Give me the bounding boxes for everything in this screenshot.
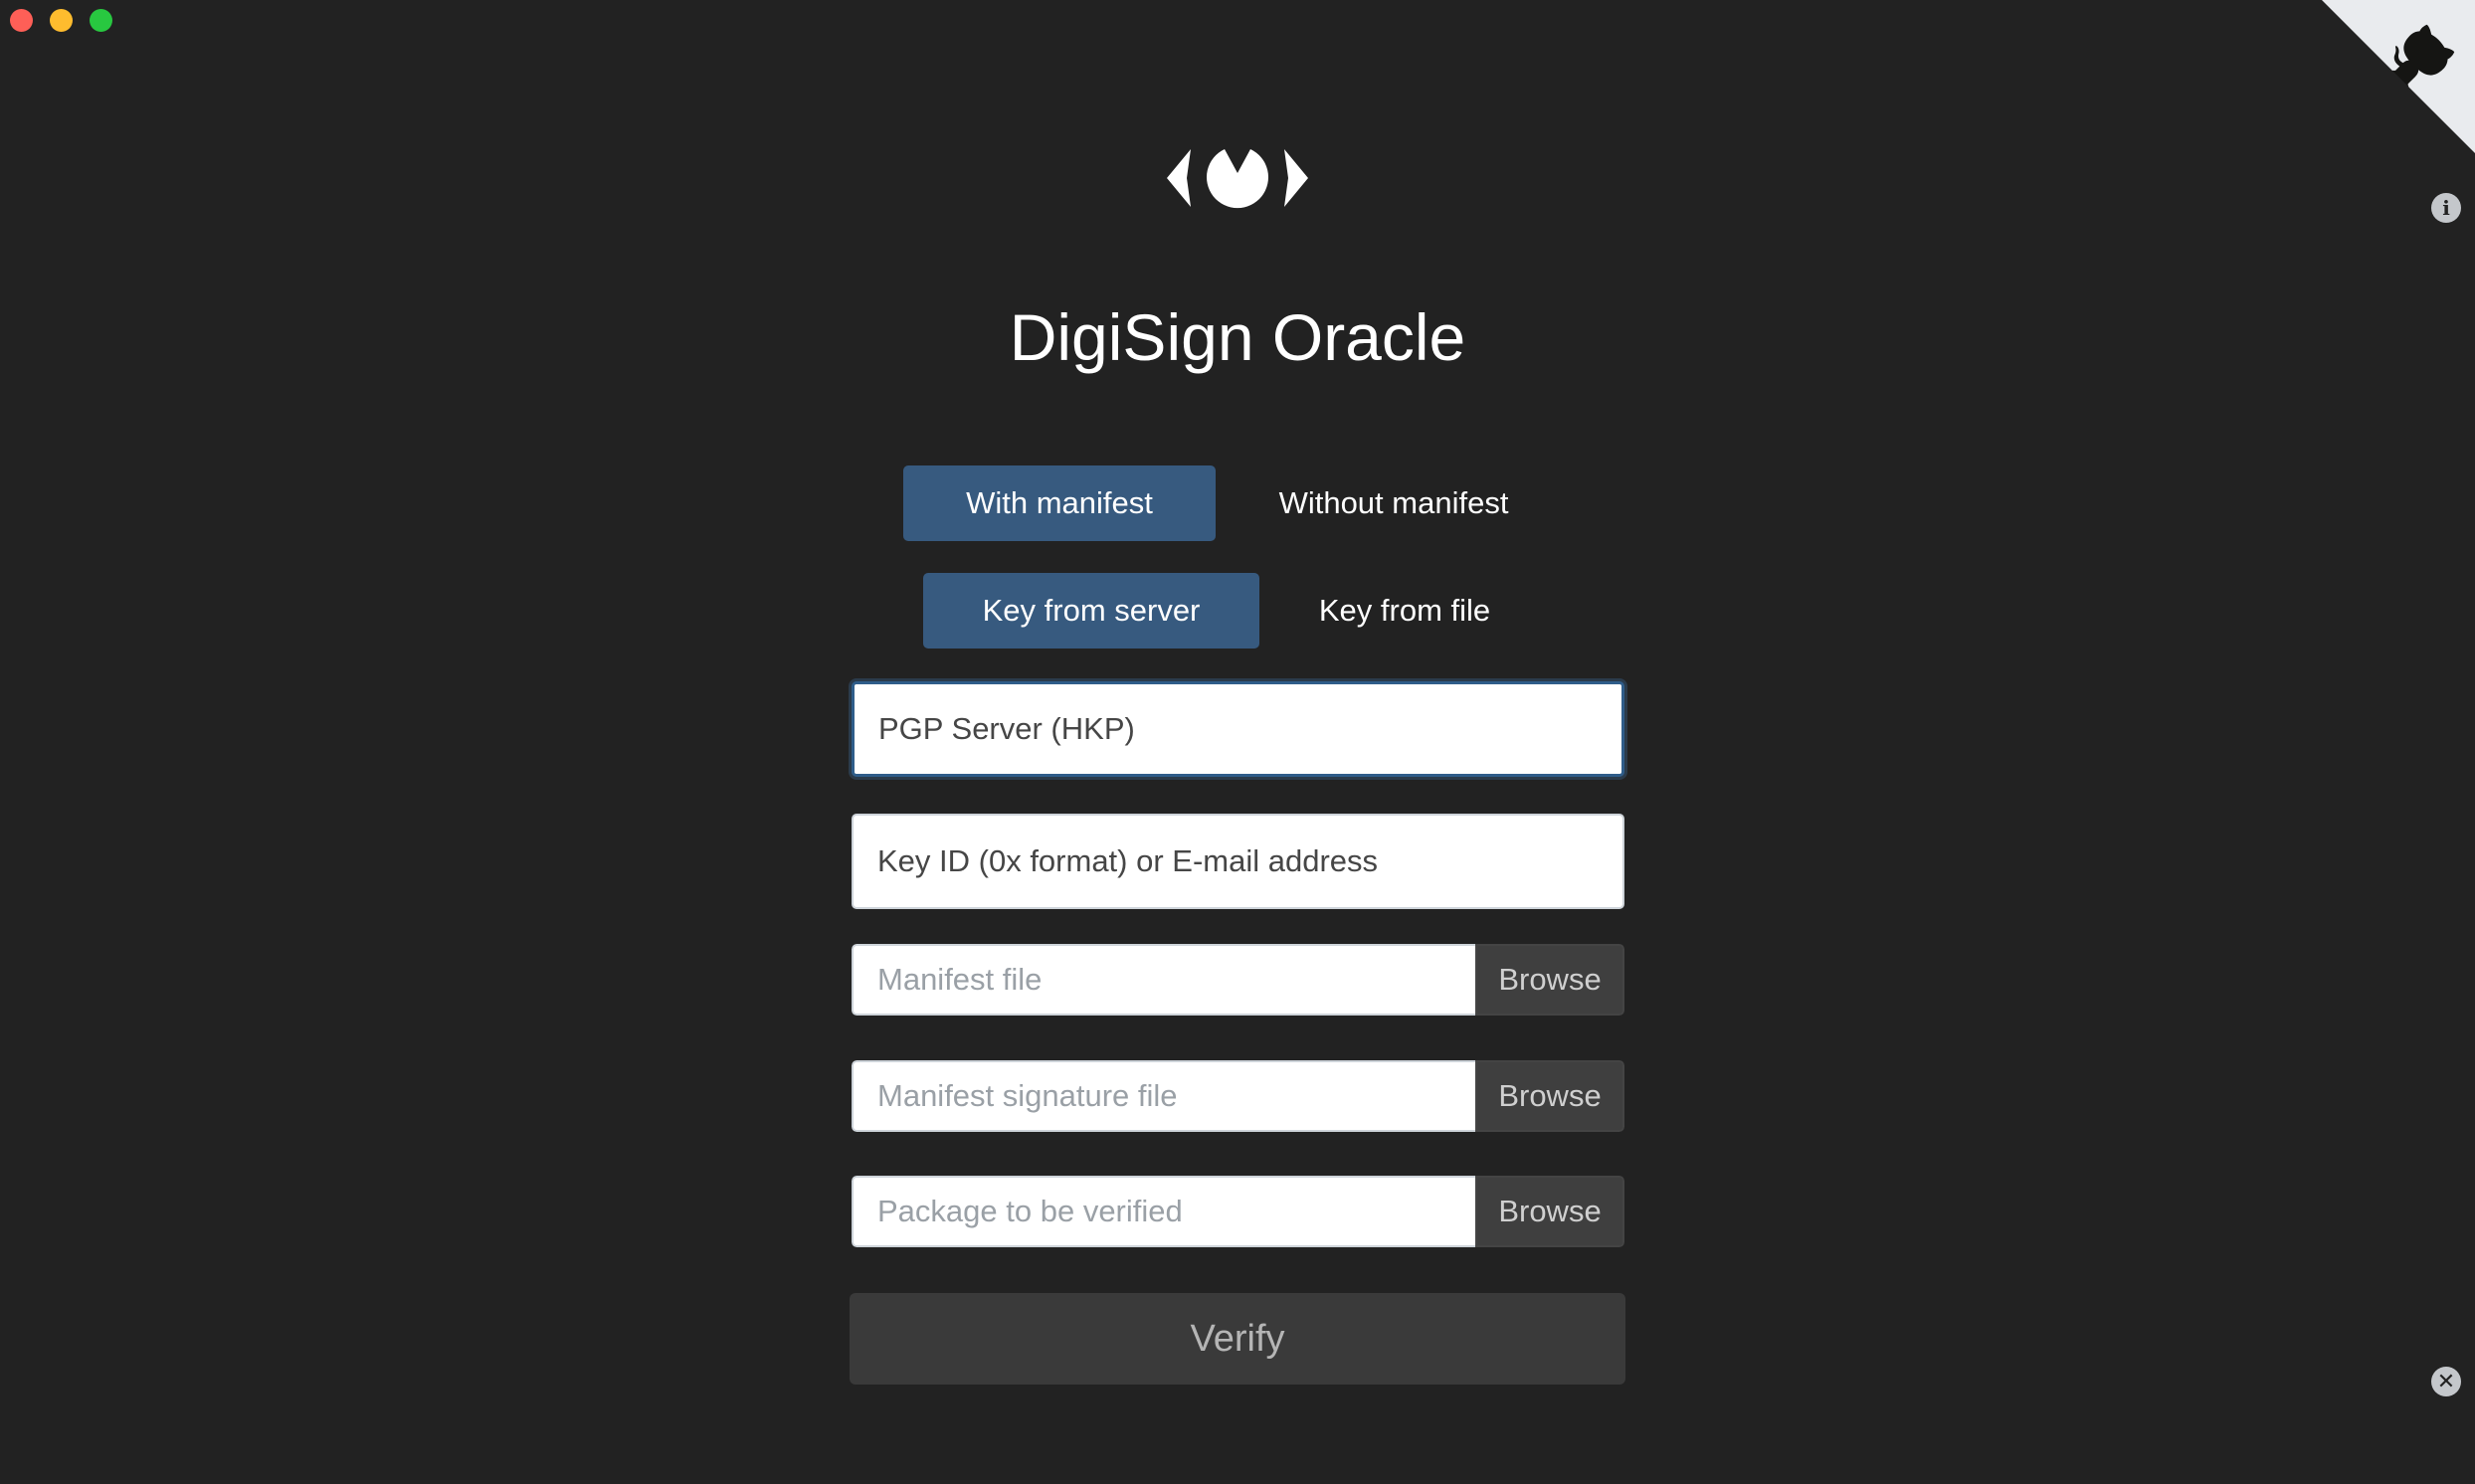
manifest-browse-button[interactable]: Browse [1475,944,1624,1016]
pgp-server-input[interactable] [852,681,1624,777]
package-browse-button[interactable]: Browse [1475,1176,1624,1247]
key-from-file-toggle[interactable]: Key from file [1275,573,1534,649]
window-maximize-button[interactable] [90,9,112,32]
window-close-button[interactable] [10,9,33,32]
info-icon[interactable]: i [2431,193,2461,223]
manifest-file-row: Browse [852,944,1624,1016]
with-manifest-toggle[interactable]: With manifest [903,465,1216,541]
package-file-input[interactable] [852,1176,1475,1247]
verify-button[interactable]: Verify [850,1293,1625,1385]
signature-file-input[interactable] [852,1060,1475,1132]
close-icon[interactable]: ✕ [2431,1367,2461,1396]
manifest-file-input[interactable] [852,944,1475,1016]
package-file-row: Browse [852,1176,1624,1247]
window-minimize-button[interactable] [50,9,73,32]
key-id-input[interactable] [852,814,1624,909]
signature-file-row: Browse [852,1060,1624,1132]
eye-logo-icon [1167,149,1308,209]
app-title: DigiSign Oracle [1009,300,1466,374]
without-manifest-toggle[interactable]: Without manifest [1241,465,1546,541]
signature-browse-button[interactable]: Browse [1475,1060,1624,1132]
github-octocat-icon[interactable] [2322,0,2475,153]
key-from-server-toggle[interactable]: Key from server [923,573,1259,649]
